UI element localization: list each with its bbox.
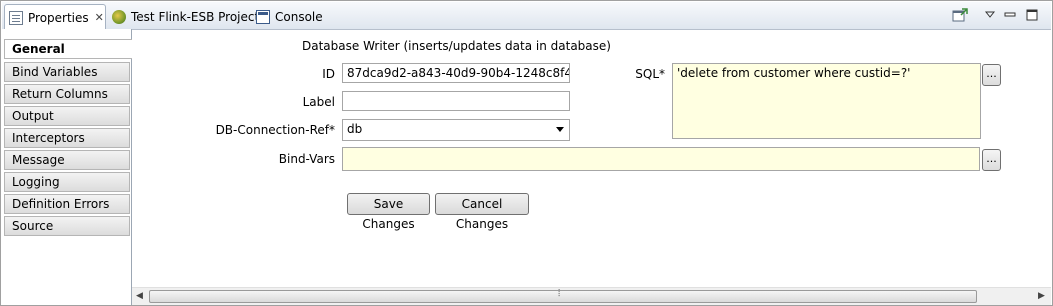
db-connection-ref-select[interactable]: db (342, 119, 570, 141)
sidebar-item-general[interactable]: General (4, 39, 132, 59)
tab-flink-project[interactable]: Test Flink-ESB Project (108, 4, 259, 29)
sidebar-item-bind-variables[interactable]: Bind Variables (4, 62, 130, 82)
scroll-right-arrow-icon[interactable]: ▶ (1038, 291, 1045, 301)
flink-project-icon (112, 9, 126, 24)
scroll-left-arrow-icon[interactable]: ◀ (136, 291, 143, 301)
sidebar-item-interceptors[interactable]: Interceptors (4, 128, 130, 148)
properties-view: Properties ✕ Test Flink-ESB Project Cons… (0, 0, 1053, 306)
tab-label: Test Flink-ESB Project (131, 9, 260, 24)
cancel-changes-button[interactable]: Cancel Changes (435, 193, 529, 231)
label-label: Label (302, 95, 335, 109)
bind-vars-label: Bind-Vars (278, 152, 335, 166)
sidebar-item-output[interactable]: Output (4, 106, 130, 126)
db-connection-ref-value: db (347, 122, 363, 136)
sidebar-item-message-properties[interactable]: Message Properties (4, 150, 130, 185)
console-icon (256, 9, 270, 24)
tab-console[interactable]: Console (252, 4, 323, 29)
grip-icon: ⦙ (558, 288, 561, 299)
properties-icon (9, 10, 23, 25)
id-field[interactable]: 87dca9d2-a843-40d9-90b4-1248c8f48d07 (342, 63, 570, 83)
sidebar-item-logging[interactable]: Logging (4, 172, 130, 192)
sql-browse-button[interactable]: ... (982, 64, 1001, 86)
horizontal-scrollbar[interactable]: ◀ ⦙ ▶ (132, 287, 1051, 305)
sidebar-item-source[interactable]: Source (4, 216, 130, 236)
sidebar-item-definition-errors[interactable]: Definition Errors (4, 194, 130, 214)
id-label: ID (322, 67, 335, 81)
minimize-icon[interactable] (1002, 8, 1018, 22)
sql-field[interactable]: 'delete from customer where custid=?' (672, 63, 981, 139)
tab-label: Console (275, 9, 323, 24)
chevron-down-icon (556, 127, 564, 132)
pin-editor-icon[interactable] (952, 8, 968, 22)
sidebar-item-return-columns[interactable]: Return Columns (4, 84, 130, 104)
bind-vars-field[interactable] (342, 147, 980, 171)
properties-sidebar: General Bind Variables Return Columns Ou… (2, 29, 132, 305)
tab-properties[interactable]: Properties ✕ (4, 4, 106, 30)
bind-vars-browse-button[interactable]: ... (982, 149, 1001, 171)
save-changes-button[interactable]: Save Changes (347, 193, 430, 231)
sql-label: SQL* (635, 67, 665, 81)
scrollbar-thumb[interactable]: ⦙ (149, 288, 977, 303)
db-connection-ref-label: DB-Connection-Ref* (215, 123, 335, 137)
tab-label: Properties (28, 10, 89, 25)
label-field[interactable] (342, 91, 570, 111)
close-icon[interactable]: ✕ (95, 11, 104, 24)
component-description: Database Writer (inserts/updates data in… (302, 39, 611, 53)
maximize-icon[interactable] (1024, 8, 1040, 22)
view-menu-icon[interactable] (982, 8, 998, 22)
view-tab-bar: Properties ✕ Test Flink-ESB Project Cons… (2, 2, 1051, 30)
